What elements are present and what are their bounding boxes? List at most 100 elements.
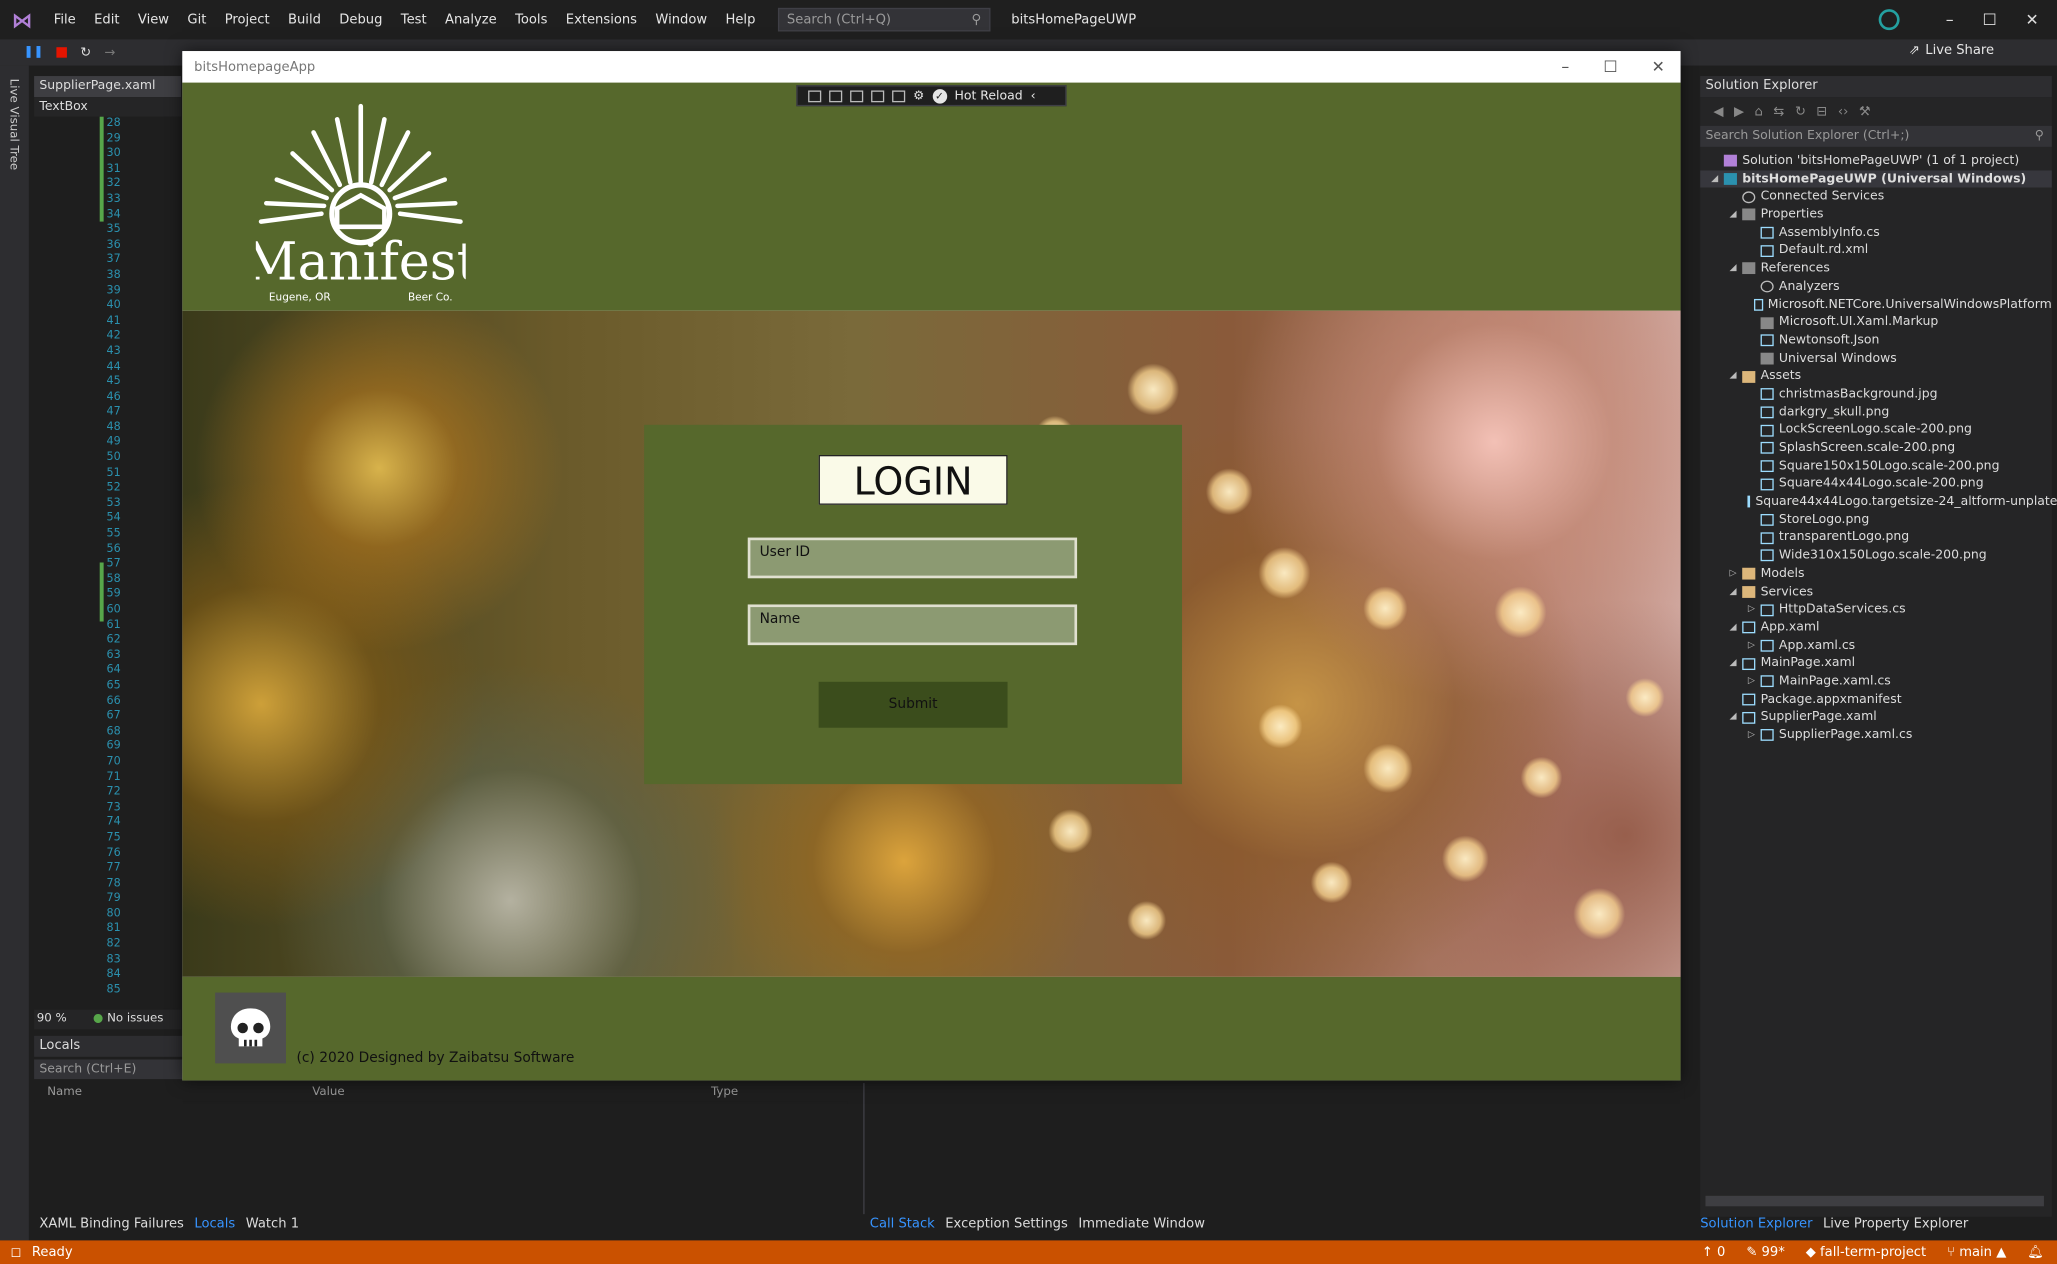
tree-item[interactable]: ◢ MainPage.xaml bbox=[1700, 655, 2052, 673]
visual-studio-logo-icon[interactable]: ⋈ bbox=[0, 0, 45, 39]
tab-locals[interactable]: Locals bbox=[194, 1214, 235, 1235]
display-adorners-icon[interactable] bbox=[829, 89, 843, 102]
name-input[interactable]: Name bbox=[747, 604, 1078, 646]
tree-item[interactable]: Square150x150Logo.scale-200.png bbox=[1700, 457, 2052, 475]
live-visual-tree-strip[interactable]: Live Visual Tree bbox=[0, 65, 29, 1241]
tree-item[interactable]: AssemblyInfo.cs bbox=[1700, 224, 2052, 242]
expand-arrow-icon[interactable]: ◢ bbox=[1726, 260, 1739, 278]
back-icon[interactable]: ◀ bbox=[1713, 104, 1723, 118]
forward-icon[interactable]: ▶ bbox=[1734, 104, 1744, 118]
tree-item[interactable]: ▷ Models bbox=[1700, 565, 2052, 583]
submit-button[interactable]: Submit bbox=[818, 681, 1008, 728]
expand-arrow-icon[interactable]: ◢ bbox=[1726, 367, 1739, 385]
sync-icon[interactable]: ⇆ bbox=[1773, 104, 1784, 118]
select-element-icon[interactable] bbox=[808, 89, 822, 102]
menu-view[interactable]: View bbox=[129, 12, 179, 26]
restart-icon[interactable]: ↻ bbox=[80, 45, 91, 59]
tree-item[interactable]: ▷ SupplierPage.xaml.cs bbox=[1700, 726, 2052, 744]
close-icon[interactable]: ✕ bbox=[2025, 10, 2038, 28]
refresh-icon[interactable]: ↻ bbox=[1795, 104, 1806, 118]
search-input[interactable]: Search (Ctrl+Q) ⚲ bbox=[777, 7, 991, 32]
tab-xaml-binding-failures[interactable]: XAML Binding Failures bbox=[39, 1214, 184, 1235]
tree-item[interactable]: Microsoft.NETCore.UniversalWindowsPlatfo… bbox=[1700, 296, 2052, 314]
userid-input[interactable]: User ID bbox=[747, 537, 1078, 579]
menu-debug[interactable]: Debug bbox=[330, 12, 392, 26]
tree-item[interactable]: ◢ App.xaml bbox=[1700, 619, 2052, 637]
tree-item[interactable]: ▷ App.xaml.cs bbox=[1700, 637, 2052, 655]
expand-arrow-icon[interactable]: ◢ bbox=[1726, 583, 1739, 601]
code-view-icon[interactable]: ‹› bbox=[1838, 104, 1848, 118]
tree-item[interactable]: transparentLogo.png bbox=[1700, 529, 2052, 547]
tab-immediate-window[interactable]: Immediate Window bbox=[1078, 1214, 1205, 1235]
menu-help[interactable]: Help bbox=[716, 12, 764, 26]
home-icon[interactable]: ⌂ bbox=[1755, 104, 1763, 118]
step-icon[interactable]: → bbox=[104, 45, 115, 59]
expand-arrow-icon[interactable]: ◢ bbox=[1726, 619, 1739, 637]
expand-arrow-icon[interactable]: ◢ bbox=[1708, 170, 1721, 188]
tree-item[interactable]: ◢ bitsHomePageUWP (Universal Windows) bbox=[1700, 170, 2052, 188]
tree-item[interactable]: christmasBackground.jpg bbox=[1700, 385, 2052, 403]
expand-arrow-icon[interactable]: ▷ bbox=[1745, 673, 1758, 691]
tree-item[interactable]: Connected Services bbox=[1700, 188, 2052, 206]
issues-indicator[interactable]: ● No issues bbox=[93, 1010, 163, 1030]
tab-live-property-explorer[interactable]: Live Property Explorer bbox=[1823, 1214, 1968, 1235]
tree-item[interactable]: ◢ Properties bbox=[1700, 206, 2052, 224]
tree-item[interactable]: Default.rd.xml bbox=[1700, 242, 2052, 260]
menu-test[interactable]: Test bbox=[392, 12, 436, 26]
repo-indicator[interactable]: ◆ fall-term-project bbox=[1806, 1245, 1926, 1259]
minimize-icon[interactable]: – bbox=[1561, 58, 1569, 76]
editor-element-selector[interactable]: TextBox (customerIdTxt) bbox=[34, 97, 182, 134]
live-share-button[interactable]: ⇗ Live Share bbox=[1909, 43, 1994, 57]
tree-item[interactable]: ▷ MainPage.xaml.cs bbox=[1700, 673, 2052, 691]
menu-analyze[interactable]: Analyze bbox=[436, 12, 506, 26]
collapse-all-icon[interactable]: ⊟ bbox=[1816, 104, 1827, 118]
tree-item[interactable]: LockScreenLogo.scale-200.png bbox=[1700, 421, 2052, 439]
expand-arrow-icon[interactable]: ◢ bbox=[1726, 655, 1739, 673]
column-type[interactable]: Type bbox=[711, 1086, 738, 1099]
tree-item[interactable]: Square44x44Logo.targetsize-24_altform-un… bbox=[1700, 493, 2057, 511]
tree-item[interactable]: darkgry_skull.png bbox=[1700, 403, 2052, 421]
horizontal-scrollbar[interactable] bbox=[1705, 1195, 2044, 1207]
tree-item[interactable]: Solution 'bitsHomePageUWP' (1 of 1 proje… bbox=[1700, 152, 2052, 170]
tree-item[interactable]: Analyzers bbox=[1700, 278, 2052, 296]
tree-item[interactable]: ◢ SupplierPage.xaml bbox=[1700, 708, 2052, 726]
menu-extensions[interactable]: Extensions bbox=[557, 12, 647, 26]
close-icon[interactable]: ✕ bbox=[1652, 58, 1665, 76]
expand-arrow-icon[interactable]: ◢ bbox=[1726, 206, 1739, 224]
tree-item[interactable]: Square44x44Logo.scale-200.png bbox=[1700, 475, 2052, 493]
editor-tab[interactable]: SupplierPage.xaml bbox=[34, 76, 182, 98]
menu-tools[interactable]: Tools bbox=[506, 12, 557, 26]
properties-icon[interactable]: ⚒ bbox=[1859, 104, 1871, 118]
stop-icon[interactable] bbox=[56, 47, 68, 58]
binding-failures-icon[interactable] bbox=[871, 89, 885, 102]
tab-exception-settings[interactable]: Exception Settings bbox=[945, 1214, 1068, 1235]
menu-edit[interactable]: Edit bbox=[85, 12, 129, 26]
menu-project[interactable]: Project bbox=[216, 12, 279, 26]
menu-window[interactable]: Window bbox=[646, 12, 716, 26]
tree-item[interactable]: ◢ References bbox=[1700, 260, 2052, 278]
copilot-icon[interactable] bbox=[1878, 9, 1900, 31]
expand-arrow-icon[interactable]: ◢ bbox=[1726, 708, 1739, 726]
tree-item[interactable]: Universal Windows bbox=[1700, 350, 2052, 368]
tree-item[interactable]: ◢ Services bbox=[1700, 583, 2052, 601]
notifications-icon[interactable]: 🔔︎ bbox=[2027, 1245, 2044, 1259]
tab-call-stack[interactable]: Call Stack bbox=[870, 1214, 935, 1235]
menu-build[interactable]: Build bbox=[279, 12, 330, 26]
hot-reload-label[interactable]: Hot Reload bbox=[954, 89, 1022, 103]
pause-icon[interactable]: ❚❚ bbox=[24, 46, 44, 59]
tree-item[interactable]: Wide310x150Logo.scale-200.png bbox=[1700, 547, 2052, 565]
menu-git[interactable]: Git bbox=[178, 12, 215, 26]
expand-arrow-icon[interactable]: ▷ bbox=[1745, 601, 1758, 619]
column-name[interactable]: Name bbox=[47, 1086, 82, 1099]
tree-item[interactable]: Microsoft.UI.Xaml.Markup bbox=[1700, 314, 2052, 332]
solution-explorer-search[interactable]: Search Solution Explorer (Ctrl+;) ⚲ bbox=[1700, 125, 2052, 147]
branch-indicator[interactable]: ⑂ main ▲ bbox=[1947, 1245, 2006, 1259]
expand-arrow-icon[interactable]: ▷ bbox=[1726, 565, 1739, 583]
tab-watch-1[interactable]: Watch 1 bbox=[246, 1214, 299, 1235]
tree-item[interactable]: Newtonsoft.Json bbox=[1700, 332, 2052, 350]
tree-item[interactable]: ▷ HttpDataServices.cs bbox=[1700, 601, 2052, 619]
tree-item[interactable]: Package.appxmanifest bbox=[1700, 691, 2052, 709]
maximize-icon[interactable]: ☐ bbox=[1603, 58, 1617, 76]
maximize-icon[interactable]: ☐ bbox=[1983, 10, 1997, 28]
track-focus-icon[interactable] bbox=[850, 89, 864, 102]
